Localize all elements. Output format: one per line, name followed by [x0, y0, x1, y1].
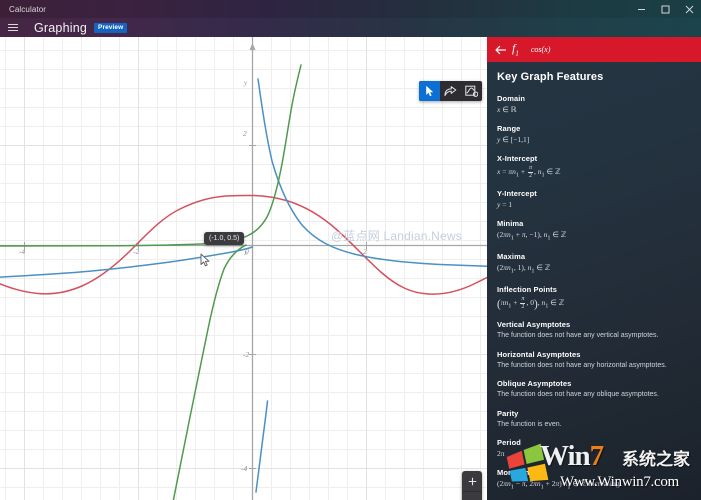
feature-label: Minima [497, 219, 524, 229]
y-tick-label: 2 [243, 129, 247, 138]
calculator-window: Calculator Graphing Preview y x -4 -2 0 … [0, 0, 701, 500]
window-controls [629, 0, 701, 18]
feature-parity: Parity The function is even. [497, 409, 691, 429]
feature-label: Domain [497, 94, 526, 103]
green-curve [0, 64, 302, 247]
window-titlebar: Calculator [0, 0, 701, 18]
feature-value: 2π [497, 449, 505, 459]
feature-value: y = 1 [497, 200, 513, 210]
key-graph-features-panel: f1 cos(x) Key Graph Features Domain x ∈ … [487, 37, 701, 500]
feature-monotonicity: Monotonicity (2πn1 − π, 2πn1 + 2π) n1 ∈ … [497, 468, 691, 492]
x-tick-label: -4 [19, 247, 26, 256]
feature-label: Oblique Asymptotes [497, 379, 572, 389]
cosine-curve [0, 194, 487, 295]
preview-badge: Preview [94, 22, 128, 33]
features-list: Key Graph Features Domain x ∈ ℝ Range y … [487, 62, 701, 492]
mouse-cursor-icon [200, 253, 210, 267]
feature-oblique-asymptotes: Oblique Asymptotes The function does not… [497, 379, 691, 399]
feature-value: The function does not have any vertical … [497, 332, 659, 340]
feature-value: (2πn1, 1), n1 ∈ ℤ [497, 263, 551, 275]
feature-vertical-asymptotes: Vertical Asymptotes The function does no… [497, 320, 691, 340]
green-curve-lower [172, 244, 247, 500]
feature-value: (2πn1 − π, 2πn1 + 2π) n1 ∈ ℤ Increasing [497, 479, 620, 491]
function-expression[interactable]: cos(x) [531, 45, 551, 54]
back-arrow-icon[interactable] [492, 37, 510, 62]
feature-label: Vertical Asymptotes [497, 320, 571, 330]
function-bar: f1 cos(x) [487, 37, 701, 62]
feature-label: Y-Intercept [497, 189, 537, 199]
feature-value: (2πn1 + π, −1), n1 ∈ ℤ [497, 230, 567, 242]
close-button[interactable] [677, 0, 701, 18]
x-tick-label: -2 [133, 247, 140, 256]
feature-value: The function does not have any horizonta… [497, 361, 667, 369]
feature-value: The function is even. [497, 420, 562, 428]
panel-heading: Key Graph Features [497, 71, 604, 83]
feature-value: y ∈ [−1,1] [497, 135, 530, 145]
feature-y-intercept: Y-Intercept y = 1 [497, 189, 691, 210]
feature-label: Maxima [497, 252, 526, 262]
blue-curve-lower [255, 400, 269, 493]
feature-label: Horizontal Asymptotes [497, 349, 581, 359]
feature-label: Inflection Points [497, 285, 558, 295]
y-tick-label: -4 [241, 464, 248, 473]
feature-domain: Domain x ∈ ℝ [497, 94, 691, 115]
feature-label: Range [497, 124, 521, 134]
graph-zoom-controls [462, 471, 482, 500]
feature-range: Range y ∈ [−1,1] [497, 124, 691, 145]
minimize-button[interactable] [629, 0, 653, 18]
feature-value: (πn1 + π2, 0), n1 ∈ ℤ [497, 296, 565, 311]
y-tick-label: -2 [243, 350, 250, 359]
page-title: Graphing [34, 20, 88, 35]
feature-x-intercept: X-Intercept x = πn1 + π2, n1 ∈ ℤ [497, 154, 691, 180]
share-graph-button[interactable] [440, 81, 461, 101]
maximize-button[interactable] [653, 0, 677, 18]
feature-value: x = πn1 + π2, n1 ∈ ℤ [497, 165, 561, 179]
graph-toolbar [419, 81, 482, 101]
feature-value: x ∈ ℝ [497, 105, 517, 114]
app-header: Graphing Preview [0, 18, 701, 37]
feature-period: Period 2π [497, 438, 691, 459]
feature-label: Parity [497, 408, 519, 418]
feature-label: Period [497, 438, 521, 448]
feature-inflection-points: Inflection Points (πn1 + π2, 0), n1 ∈ ℤ [497, 285, 691, 311]
feature-horizontal-asymptotes: Horizontal Asymptotes The function does … [497, 350, 691, 370]
point-tooltip: (-1.0, 0.5) [204, 232, 245, 245]
zoom-in-button[interactable] [462, 471, 482, 492]
blue-curve-left [0, 246, 254, 278]
feature-value: The function does not have any oblique a… [497, 391, 659, 399]
function-index-icon: f1 [512, 41, 519, 58]
x-tick-label: 2 [363, 247, 367, 256]
window-title: Calculator [9, 4, 47, 14]
pointer-tool-button[interactable] [419, 81, 440, 101]
y-axis-label: y [244, 79, 248, 87]
graph-curves [0, 64, 487, 500]
graph-options-button[interactable] [461, 81, 482, 101]
hamburger-menu-icon[interactable] [0, 18, 26, 37]
graph-canvas[interactable]: y x -4 -2 0 2 2 -2 -4 @蓝点网 Landian.News … [0, 37, 487, 500]
feature-label: Monotonicity [497, 468, 545, 478]
x-tick-label: 0 [245, 247, 249, 256]
feature-label: X-Intercept [497, 154, 538, 164]
zoom-out-button[interactable] [462, 492, 482, 500]
feature-minima: Minima (2πn1 + π, −1), n1 ∈ ℤ [497, 219, 691, 243]
feature-maxima: Maxima (2πn1, 1), n1 ∈ ℤ [497, 252, 691, 276]
